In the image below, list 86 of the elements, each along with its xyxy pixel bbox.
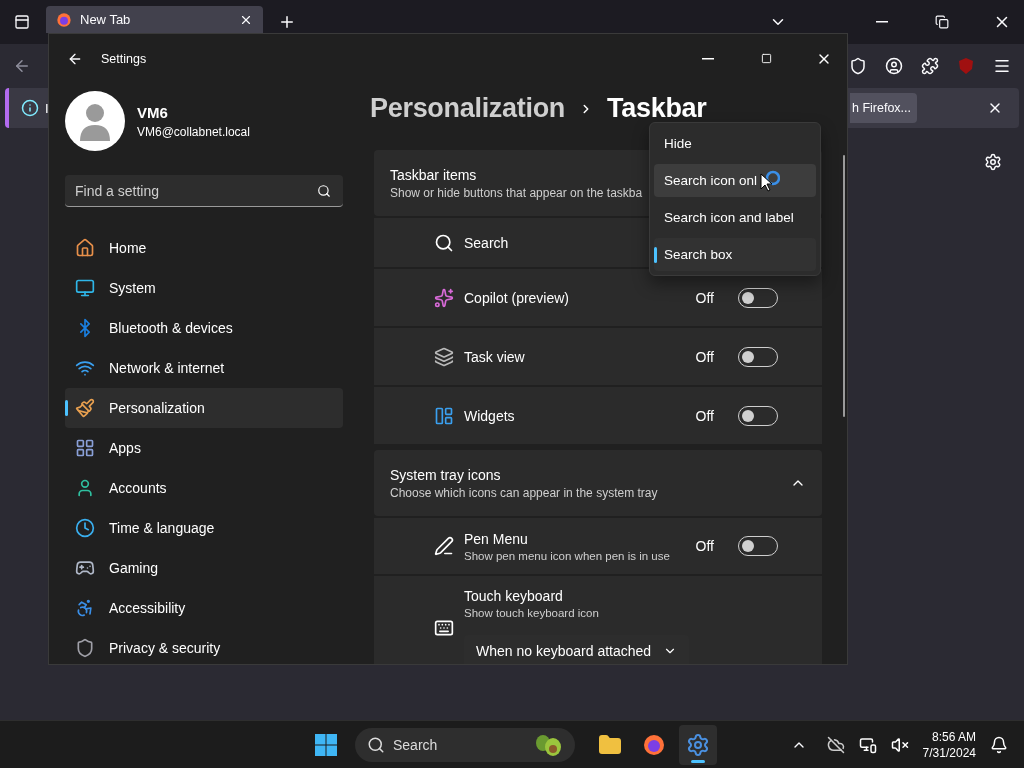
toggle-state: Off: [695, 289, 714, 306]
maximize-icon: [760, 53, 772, 64]
restore-icon: [935, 15, 949, 29]
shield-icon: [75, 638, 95, 658]
setting-label: Copilot (preview): [464, 289, 570, 306]
nav-item[interactable]: Home: [65, 228, 343, 268]
nav-item[interactable]: Bluetooth & devices: [65, 308, 343, 348]
window-title: Settings: [101, 51, 147, 66]
setting-label: Search: [464, 234, 509, 251]
network-icon[interactable]: [858, 735, 877, 754]
search-field[interactable]: Find a setting: [65, 175, 343, 207]
avatar: [65, 91, 125, 151]
monitor-icon: [75, 278, 95, 298]
notifications-icon[interactable]: [990, 735, 1008, 754]
setting-label: Touch keyboard: [464, 588, 564, 604]
accessibility-icon: [75, 598, 95, 618]
tab-list-icon: [14, 14, 30, 30]
breadcrumb-parent[interactable]: Personalization: [370, 93, 566, 124]
person-icon: [75, 478, 95, 498]
settings-icon: [686, 732, 710, 757]
pen-icon: [434, 536, 454, 556]
wifi-icon: [75, 358, 95, 378]
account-icon: [885, 57, 903, 75]
notification-text: I: [45, 100, 49, 116]
nav-item[interactable]: Privacy & security: [65, 628, 343, 664]
paintbrush-icon: [75, 398, 95, 418]
firefox-icon: [642, 732, 666, 757]
settings-icon[interactable]: [984, 153, 1002, 171]
setting-description: Show touch keyboard icon: [464, 607, 600, 619]
section-subtitle: Show or hide buttons that appear on the taskba: [390, 185, 643, 200]
clock-icon: [75, 518, 95, 538]
section-title: Taskbar items: [390, 166, 478, 183]
toggle-state: Off: [695, 348, 714, 365]
avocado-icon: [533, 732, 563, 757]
toggle-state: Off: [695, 538, 714, 554]
page-title: Taskbar: [607, 93, 707, 124]
user-name: VM6: [137, 103, 169, 121]
gamepad-icon: [75, 558, 95, 578]
sparkles-icon: [434, 287, 454, 308]
nav-item[interactable]: Gaming: [65, 548, 343, 588]
nav-item[interactable]: Network & internet: [65, 348, 343, 388]
puzzle-icon: [921, 57, 939, 75]
keyboard-icon: [434, 618, 454, 638]
menu-item[interactable]: Search icon onl: [654, 164, 816, 197]
search-icon: [434, 232, 454, 253]
plus-icon: [278, 13, 296, 31]
windows-logo-icon: [314, 732, 338, 757]
minimize-icon: [702, 57, 714, 60]
setting-label: Widgets: [464, 407, 515, 424]
setting-description: Show pen menu icon when pen is in use: [464, 549, 670, 562]
mouse-cursor-icon: [760, 169, 781, 192]
nav-item[interactable]: Personalization: [65, 388, 343, 428]
panels-icon: [434, 405, 454, 426]
menu-item[interactable]: Search box: [654, 238, 816, 271]
folder-icon: [598, 732, 622, 757]
house-icon: [75, 238, 95, 258]
section-subtitle: Choose which icons can appear in the system tray: [390, 485, 658, 500]
section-header[interactable]: System tray icons Choose which icons can appear in the system tray: [374, 450, 822, 516]
nav-item[interactable]: System: [65, 268, 343, 308]
volume-muted-icon[interactable]: [890, 735, 909, 754]
user-email: VM6@collabnet.local: [137, 124, 250, 139]
scrollbar[interactable]: [843, 155, 845, 417]
search-icon: [367, 735, 385, 754]
nav-item[interactable]: Apps: [65, 428, 343, 468]
toggle-state: Off: [695, 407, 714, 424]
search-icon: [317, 184, 331, 198]
firefox-icon: [56, 11, 72, 28]
taskbar-app[interactable]: [679, 724, 717, 765]
menu-icon: [993, 57, 1011, 75]
clock[interactable]: 8:56 AM 7/31/2024: [922, 728, 976, 761]
grid-icon: [75, 438, 95, 458]
layers-icon: [434, 346, 454, 367]
setting-label: Pen Menu: [464, 530, 529, 547]
shield-icon: [957, 57, 975, 75]
nav-item[interactable]: Time & language: [65, 508, 343, 548]
shield-icon: [849, 57, 867, 75]
setting-label: Task view: [464, 348, 525, 365]
notification-button[interactable]: h Firefox...: [849, 93, 917, 123]
info-icon: [21, 99, 39, 117]
nav-item[interactable]: Accessibility: [65, 588, 343, 628]
browser-tab[interactable]: New Tab: [46, 6, 263, 33]
cloud-off-icon[interactable]: [826, 735, 845, 754]
nav-item[interactable]: Accounts: [65, 468, 343, 508]
taskbar-search[interactable]: Search: [355, 727, 575, 762]
section-title: System tray icons: [390, 466, 502, 483]
minimize-icon: [876, 21, 888, 23]
